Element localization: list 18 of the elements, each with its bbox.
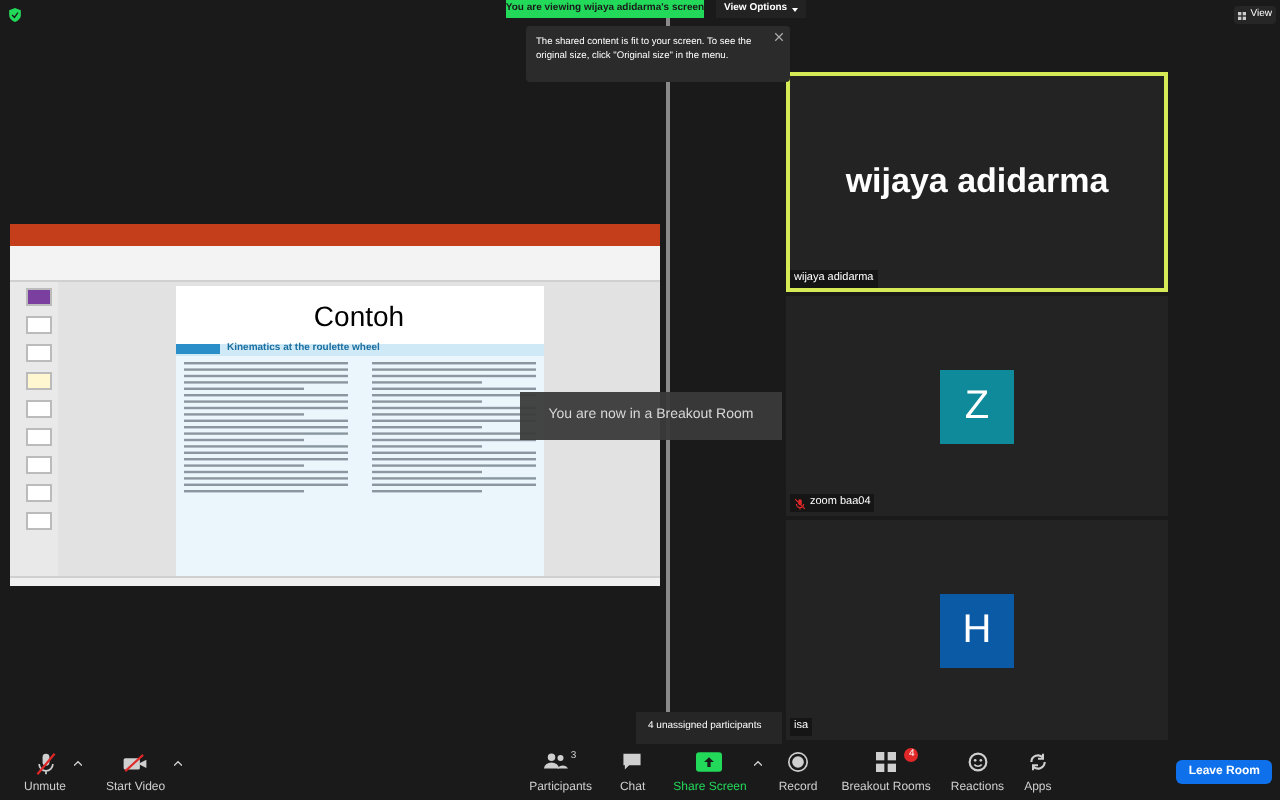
slide-title: Contoh <box>311 297 407 336</box>
shield-icon[interactable] <box>8 8 22 22</box>
grid-icon <box>1238 11 1247 19</box>
grid-icon <box>876 751 897 771</box>
smiley-icon <box>967 751 988 771</box>
example-tag <box>175 344 219 355</box>
caret-icon[interactable] <box>754 760 763 766</box>
caret-icon[interactable] <box>173 760 182 766</box>
close-icon[interactable] <box>774 32 784 42</box>
avatar: H <box>940 593 1014 667</box>
participant-name: wijaya adidarma <box>845 160 1109 205</box>
caret-icon[interactable] <box>74 760 83 766</box>
apps-icon <box>1027 751 1048 771</box>
people-icon <box>544 751 569 769</box>
record-icon <box>788 751 809 771</box>
speech-bubble-icon <box>622 751 643 769</box>
caret-icon <box>791 7 798 11</box>
avatar: Z <box>940 369 1014 443</box>
